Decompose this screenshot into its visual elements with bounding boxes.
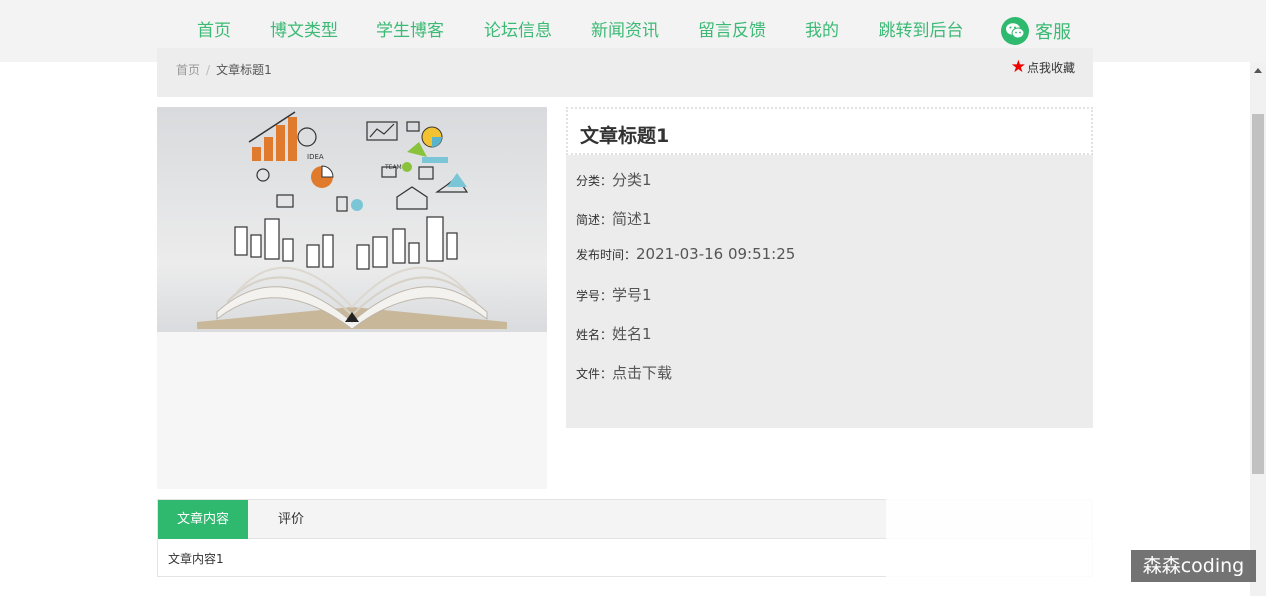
- star-icon: ★: [1010, 57, 1026, 77]
- info-row-file: 文件：点击下载: [576, 362, 672, 383]
- summary-label: 简述：: [576, 213, 613, 227]
- scroll-up-arrow-icon[interactable]: [1254, 68, 1262, 73]
- customer-service-button[interactable]: 客服: [1001, 14, 1071, 48]
- svg-text:IDEA: IDEA: [307, 153, 324, 161]
- article-cover-image: IDEA TEAM: [157, 107, 547, 332]
- breadcrumb-separator: /: [206, 63, 211, 77]
- file-label: 文件：: [576, 367, 613, 381]
- article-title-box: 文章标题1: [566, 107, 1093, 155]
- watermark: 森森coding: [1131, 550, 1256, 582]
- breadcrumb-bar: 首页 / 文章标题1 ★ 点我收藏: [157, 48, 1093, 97]
- tab-article-content[interactable]: 文章内容: [158, 500, 248, 539]
- name-value: 姓名1: [612, 325, 652, 343]
- favorite-button[interactable]: ★ 点我收藏: [1011, 59, 1075, 76]
- student-id-value: 学号1: [612, 286, 652, 304]
- breadcrumb: 首页 / 文章标题1: [176, 61, 272, 78]
- article-title: 文章标题1: [580, 125, 670, 147]
- summary-value: 简述1: [612, 210, 652, 228]
- favorite-label: 点我收藏: [1026, 61, 1075, 75]
- page-scrollbar[interactable]: [1250, 62, 1266, 596]
- info-row-summary: 简述：简述1: [576, 208, 652, 229]
- student-id-label: 学号：: [576, 289, 613, 303]
- svg-text:TEAM: TEAM: [384, 164, 402, 171]
- info-row-name: 姓名：姓名1: [576, 323, 652, 344]
- info-row-student-id: 学号：学号1: [576, 284, 652, 305]
- breadcrumb-home-link[interactable]: 首页: [176, 63, 200, 77]
- article-info-panel: 文章标题1 分类：分类1 简述：简述1 发布时间：2021-03-16 09:5…: [566, 107, 1093, 428]
- scroll-thumb[interactable]: [1252, 114, 1264, 474]
- publish-time-value: 2021-03-16 09:51:25: [636, 245, 796, 263]
- wechat-icon: [1001, 17, 1029, 45]
- file-download-link[interactable]: 点击下载: [612, 364, 672, 382]
- article-image-panel: IDEA TEAM: [157, 107, 547, 489]
- category-label: 分类：: [576, 174, 613, 188]
- breadcrumb-current: 文章标题1: [216, 63, 272, 77]
- customer-service-label: 客服: [1035, 22, 1071, 43]
- publish-time-label: 发布时间：: [576, 248, 637, 262]
- info-row-category: 分类：分类1: [576, 169, 652, 190]
- category-value: 分类1: [612, 171, 652, 189]
- info-row-publish-time: 发布时间：2021-03-16 09:51:25: [576, 245, 795, 263]
- tab-content-text: 文章内容1: [168, 552, 224, 566]
- tab-reviews[interactable]: 评价: [260, 500, 322, 539]
- name-label: 姓名：: [576, 328, 613, 342]
